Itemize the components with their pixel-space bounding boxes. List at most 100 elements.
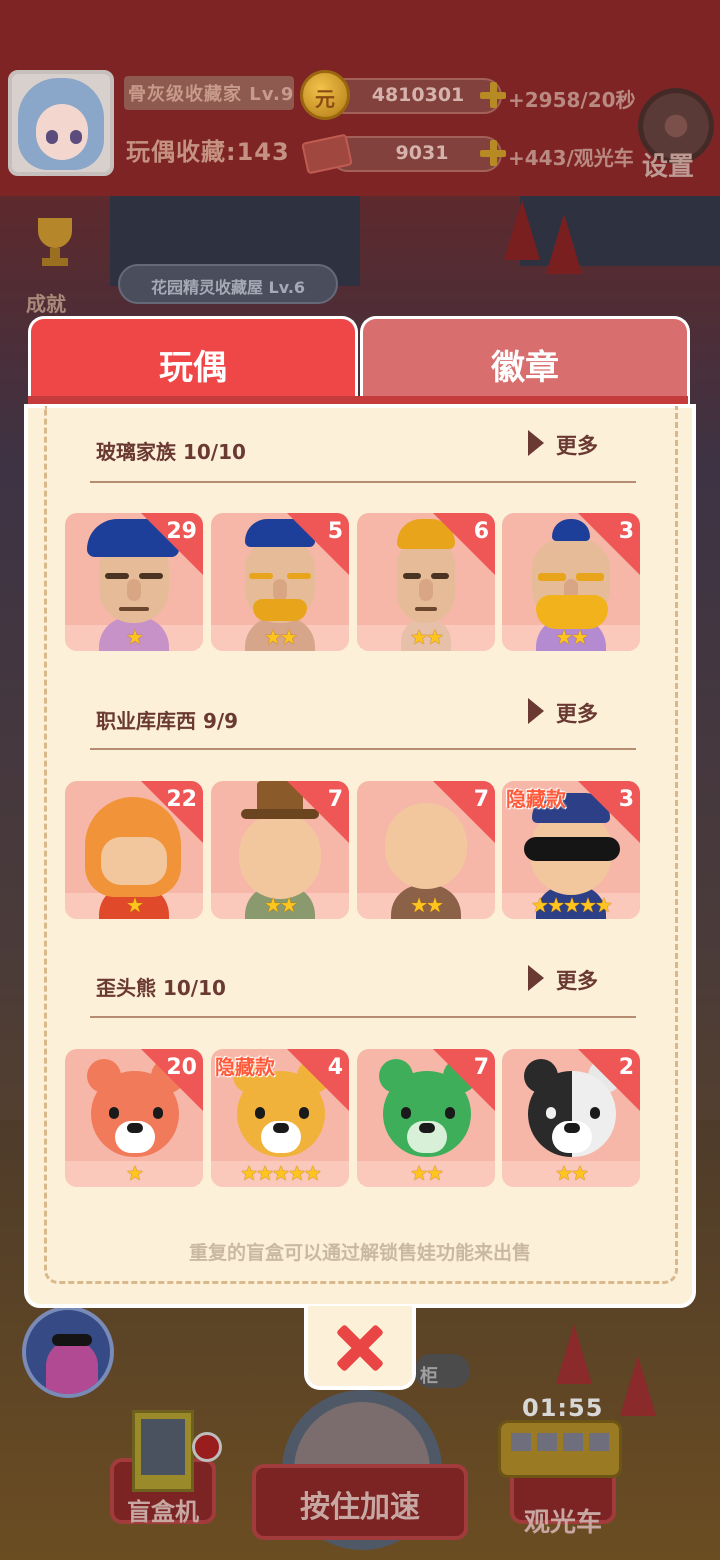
doll-stars: ★★ bbox=[410, 1161, 444, 1185]
doll-stars: ★ bbox=[126, 625, 144, 649]
house-level-label: 花园精灵收藏屋 Lv.6 bbox=[150, 278, 306, 297]
blindbox-glass bbox=[141, 1419, 185, 1475]
doll-card[interactable]: 7 ★★ bbox=[211, 781, 349, 919]
blindbox-machine-icon bbox=[132, 1410, 194, 1492]
hold-to-speed-up-label: 按住加速 bbox=[300, 1490, 420, 1525]
doll-brow bbox=[249, 573, 273, 579]
doll-count: 7 bbox=[327, 787, 343, 812]
trophy-cup bbox=[38, 218, 72, 248]
doll-count: 29 bbox=[166, 519, 197, 544]
doll-brow bbox=[105, 573, 129, 579]
doll-card[interactable]: 2 ★★ bbox=[502, 1049, 640, 1187]
doll-mouth bbox=[415, 607, 437, 611]
coin-icon: 元 bbox=[300, 70, 350, 120]
tram-timer: 01:55 bbox=[522, 1394, 604, 1422]
doll-card[interactable]: 22 ★ bbox=[65, 781, 203, 919]
more-button-career-kukuxi[interactable]: 更多 bbox=[556, 698, 598, 728]
doll-count: 7 bbox=[473, 1055, 489, 1080]
settings-label[interactable]: 设置 bbox=[642, 146, 694, 183]
doll-count: 4 bbox=[327, 1055, 343, 1080]
doll-count: 20 bbox=[166, 1055, 197, 1080]
play-arrow-icon[interactable] bbox=[528, 430, 544, 456]
doll-card[interactable]: 4 隐藏款 ★★★★★ bbox=[211, 1049, 349, 1187]
cabinet-label: 柜 bbox=[420, 1366, 438, 1387]
avatar-eye bbox=[70, 130, 82, 144]
tram-window bbox=[537, 1433, 557, 1451]
doll-card[interactable]: 7 ★★ bbox=[357, 1049, 495, 1187]
tram-icon bbox=[498, 1420, 622, 1478]
bear-nose bbox=[127, 1123, 143, 1133]
bear-eye bbox=[401, 1107, 411, 1119]
doll-card[interactable]: 20 ★ bbox=[65, 1049, 203, 1187]
notification-dot bbox=[192, 1432, 222, 1462]
doll-card[interactable]: 29 ★ bbox=[65, 513, 203, 651]
bear-nose bbox=[419, 1123, 435, 1133]
doll-count: 3 bbox=[618, 787, 634, 812]
doll-beard bbox=[536, 595, 608, 629]
doll-nose bbox=[273, 579, 287, 601]
doll-count: 3 bbox=[618, 519, 634, 544]
tab-dolls-label: 玩偶 bbox=[159, 348, 227, 388]
bear-nose bbox=[273, 1123, 289, 1133]
blindbox-machine-label: 盲盒机 bbox=[127, 1498, 199, 1526]
player-rank: 骨灰级收藏家 Lv.9 bbox=[128, 84, 295, 105]
collection-count: 玩偶收藏:143 bbox=[126, 138, 290, 166]
doll-stars: ★★ bbox=[264, 893, 298, 917]
tram-window bbox=[589, 1433, 609, 1451]
doll-card[interactable]: 3 ★★ bbox=[502, 513, 640, 651]
scene-tree bbox=[620, 1356, 656, 1416]
doll-stars: ★★ bbox=[555, 1161, 589, 1185]
doll-stars: ★★★★★ bbox=[531, 893, 613, 917]
bear-eye bbox=[255, 1107, 265, 1119]
scene-tree bbox=[556, 1324, 592, 1384]
section-divider bbox=[90, 481, 636, 483]
coin-icon-glyph: 元 bbox=[315, 87, 335, 111]
doll-stars: ★★★★★ bbox=[240, 1161, 322, 1185]
character-avatar-button[interactable] bbox=[22, 1306, 114, 1398]
ticket-rate: +443/观光车 bbox=[508, 146, 634, 170]
doll-card[interactable]: 3 隐藏款 ★★★★★ bbox=[502, 781, 640, 919]
doll-card[interactable]: 5 ★★ bbox=[211, 513, 349, 651]
doll-brow bbox=[403, 573, 421, 579]
more-button-tilted-bear[interactable]: 更多 bbox=[556, 965, 598, 995]
play-arrow-icon[interactable] bbox=[528, 698, 544, 724]
trophy-icon[interactable] bbox=[34, 218, 76, 268]
tab-badges-label: 徽章 bbox=[491, 348, 559, 388]
doll-stars: ★★ bbox=[264, 625, 298, 649]
add-tickets-icon[interactable] bbox=[480, 140, 506, 166]
achievement-label[interactable]: 成就 bbox=[26, 288, 66, 317]
doll-nose bbox=[127, 579, 141, 601]
resale-hint: 重复的盲盒可以通过解锁售娃功能来出售 bbox=[188, 1242, 531, 1264]
close-icon[interactable] bbox=[334, 1322, 386, 1374]
ticket-amount: 9031 bbox=[395, 142, 449, 164]
doll-brow bbox=[538, 573, 566, 581]
doll-count: 6 bbox=[473, 519, 489, 544]
doll-stars: ★ bbox=[126, 893, 144, 917]
doll-card[interactable]: 7 ★★ bbox=[357, 781, 495, 919]
avatar-eye bbox=[46, 130, 58, 144]
scene-tree bbox=[504, 200, 540, 260]
section-divider bbox=[90, 748, 636, 750]
doll-stars: ★★ bbox=[555, 625, 589, 649]
tram-window bbox=[511, 1433, 531, 1451]
section-title-career-kukuxi: 职业库库西 9/9 bbox=[96, 709, 239, 733]
tram-window bbox=[563, 1433, 583, 1451]
bear-eye bbox=[109, 1107, 119, 1119]
doll-count: 22 bbox=[166, 787, 197, 812]
hidden-edition-tag: 隐藏款 bbox=[506, 787, 566, 811]
doll-nose bbox=[419, 579, 433, 601]
bear-eye bbox=[546, 1107, 556, 1119]
play-arrow-icon[interactable] bbox=[528, 965, 544, 991]
player-avatar[interactable] bbox=[8, 70, 114, 176]
doll-stars: ★ bbox=[126, 1161, 144, 1185]
doll-card[interactable]: 6 ★★ bbox=[357, 513, 495, 651]
doll-count: 2 bbox=[618, 1055, 634, 1080]
character-glasses bbox=[52, 1334, 92, 1346]
section-title-tilted-bear: 歪头熊 10/10 bbox=[96, 976, 226, 1000]
add-coins-icon[interactable] bbox=[480, 82, 506, 108]
hidden-edition-tag: 隐藏款 bbox=[215, 1055, 275, 1079]
doll-stars: ★★ bbox=[410, 625, 444, 649]
trophy-base bbox=[42, 258, 68, 266]
more-button-glass-family[interactable]: 更多 bbox=[556, 430, 598, 460]
doll-count: 7 bbox=[473, 787, 489, 812]
